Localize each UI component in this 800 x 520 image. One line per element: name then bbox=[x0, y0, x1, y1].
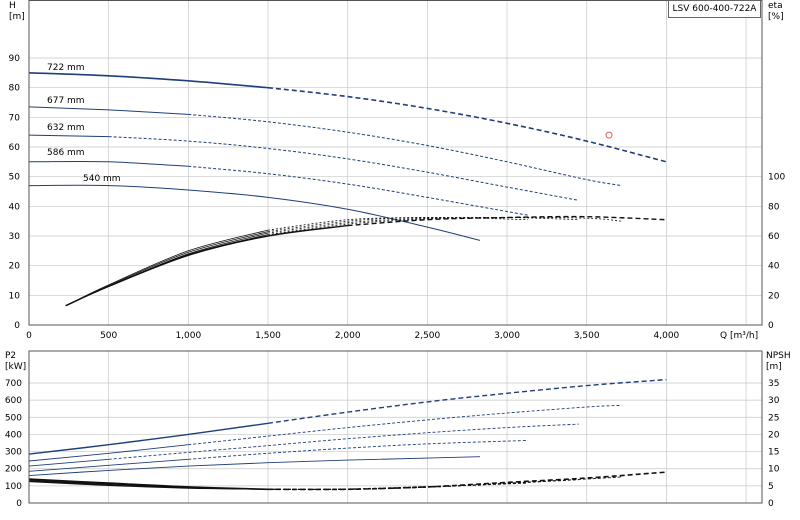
h-axis-title-line-2: [m] bbox=[9, 12, 25, 22]
head-curve-5 bbox=[28, 184, 481, 241]
h-tick-40: 40 bbox=[9, 202, 21, 212]
h-tick-10: 10 bbox=[9, 291, 21, 301]
head-curve-1-solid bbox=[28, 72, 269, 89]
npsh-tick-10: 10 bbox=[768, 465, 780, 475]
h-tick-50: 50 bbox=[9, 173, 21, 183]
npsh-tick-20: 20 bbox=[768, 430, 780, 440]
eta-tick-100: 100 bbox=[768, 173, 785, 183]
efficiency-curves bbox=[65, 215, 667, 307]
duty-point-marker bbox=[605, 131, 613, 139]
p2-tick-100: 100 bbox=[5, 482, 22, 492]
head-curve-3 bbox=[28, 134, 579, 201]
head-curve-4 bbox=[28, 160, 528, 216]
p2-tick-0: 0 bbox=[16, 499, 22, 509]
p2-axis-title-line-2: [kW] bbox=[5, 362, 26, 372]
curve-label-5: 540 mm bbox=[83, 174, 121, 184]
bottom-plot-gridlines bbox=[29, 351, 762, 503]
power-curve-3-solid bbox=[28, 458, 109, 467]
q-tick-500: 500 bbox=[100, 331, 117, 341]
eta-tick-60: 60 bbox=[768, 232, 780, 242]
npsh-tick-5: 5 bbox=[768, 482, 774, 492]
h-tick-60: 60 bbox=[9, 143, 21, 153]
top-plot-gridlines bbox=[29, 0, 762, 325]
npsh-tick-15: 15 bbox=[768, 448, 779, 458]
eta-tick-80: 80 bbox=[768, 202, 780, 212]
x-axis-title: Q [m³/h] bbox=[720, 331, 758, 341]
npsh-tick-25: 25 bbox=[768, 413, 779, 423]
q-tick-3000: 3,000 bbox=[494, 331, 520, 341]
npsh-axis-title-line-1: NPSH bbox=[766, 351, 791, 361]
head-curve-4-dashed bbox=[188, 165, 528, 216]
h-tick-70: 70 bbox=[9, 113, 21, 123]
p2-tick-700: 700 bbox=[5, 379, 22, 389]
p2-tick-400: 400 bbox=[5, 430, 22, 440]
q-tick-2500: 2,500 bbox=[414, 331, 440, 341]
h-tick-0: 0 bbox=[14, 321, 20, 331]
eta-axis-title-line-2: [%] bbox=[768, 12, 784, 22]
p2-axis-title-line-1: P2 bbox=[5, 351, 16, 361]
q-tick-1500: 1,500 bbox=[255, 331, 281, 341]
power-curve-2 bbox=[28, 404, 622, 462]
h-tick-30: 30 bbox=[9, 232, 21, 242]
eta-curve-3 bbox=[65, 216, 579, 307]
h-tick-90: 90 bbox=[9, 54, 21, 64]
p2-tick-600: 600 bbox=[5, 396, 22, 406]
q-tick-0: 0 bbox=[26, 331, 32, 341]
eta-curve-4-dashed bbox=[267, 217, 528, 232]
npsh-tick-30: 30 bbox=[768, 396, 780, 406]
eta-curve-1 bbox=[65, 215, 667, 307]
curve-label-2: 677 mm bbox=[47, 96, 85, 106]
npsh-tick-35: 35 bbox=[768, 379, 779, 389]
p2-tick-300: 300 bbox=[5, 448, 22, 458]
eta-tick-20: 20 bbox=[768, 291, 780, 301]
npsh-curve-1-solid bbox=[28, 478, 269, 491]
h-tick-80: 80 bbox=[9, 84, 21, 94]
head-curve-3-solid bbox=[28, 134, 109, 138]
power-curve-3-dashed bbox=[108, 423, 579, 460]
power-curve-3 bbox=[28, 423, 579, 467]
q-tick-4000: 4,000 bbox=[654, 331, 680, 341]
eta-axis-title-line-1: eta bbox=[768, 1, 783, 11]
duty-point bbox=[605, 131, 613, 139]
head-curve-3-dashed bbox=[108, 136, 579, 201]
pump-performance-chart: 722 mm 677 mm 632 mm 586 mm 540 mm 0 10 20 30 40 5… bbox=[5, 0, 791, 509]
npsh-curve-1-dashed bbox=[267, 471, 667, 491]
plot-frames bbox=[28, 0, 763, 504]
q-tick-2000: 2,000 bbox=[335, 331, 361, 341]
eta-curve-3-solid bbox=[65, 232, 269, 307]
curve-label-4: 586 mm bbox=[47, 148, 85, 158]
p2-tick-500: 500 bbox=[5, 413, 22, 423]
q-tick-1000: 1,000 bbox=[175, 331, 201, 341]
h-tick-20: 20 bbox=[9, 262, 21, 272]
head-curve-2-dashed bbox=[188, 113, 622, 187]
npsh-tick-0: 0 bbox=[768, 499, 774, 509]
eta-tick-40: 40 bbox=[768, 262, 780, 272]
curve-label-1: 722 mm bbox=[47, 63, 85, 73]
head-curve-1-dashed bbox=[267, 86, 667, 163]
eta-tick-0: 0 bbox=[768, 321, 774, 331]
npsh-axis-title-line-2: [m] bbox=[766, 362, 782, 372]
p2-tick-200: 200 bbox=[5, 465, 22, 475]
h-axis-title-line-1: H bbox=[9, 1, 16, 11]
curve-label-3: 632 mm bbox=[47, 123, 85, 133]
bottom-frame bbox=[28, 350, 763, 504]
model-label: LSV 600-400-722A bbox=[668, 0, 761, 18]
eta-curve-2 bbox=[65, 217, 622, 307]
head-curve-5-solid bbox=[28, 184, 481, 241]
q-tick-3500: 3,500 bbox=[574, 331, 600, 341]
